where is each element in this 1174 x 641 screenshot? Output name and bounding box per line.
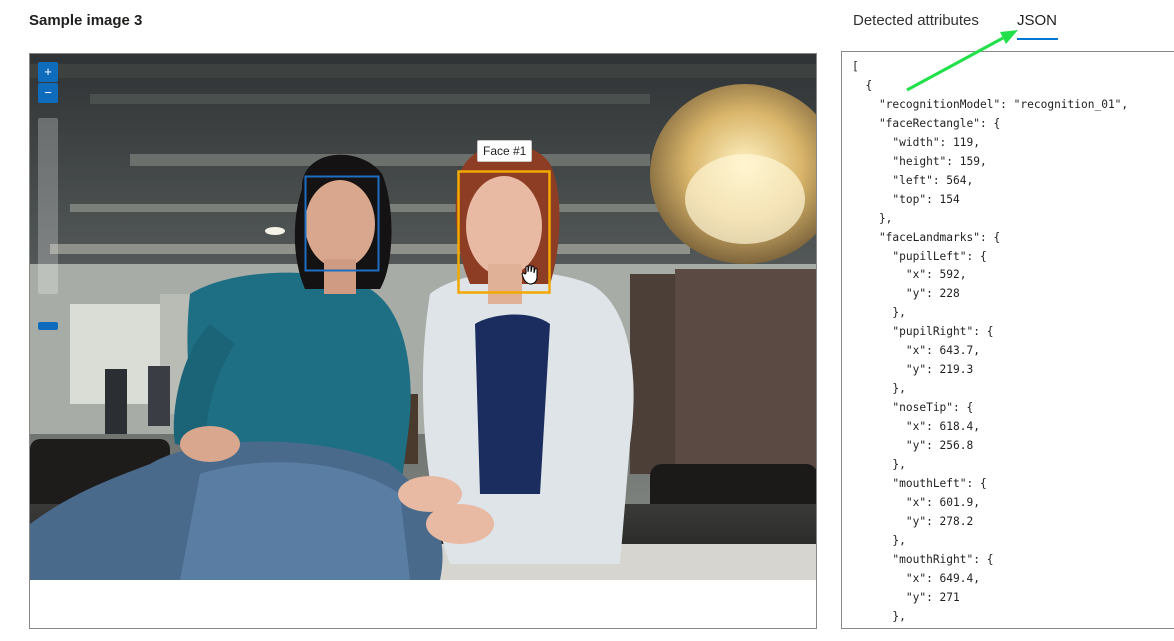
json-line: }, xyxy=(852,458,906,472)
json-line: "y": 278.2 xyxy=(852,514,974,528)
json-line: }, xyxy=(852,609,906,623)
json-line: "left": 564, xyxy=(852,173,974,187)
json-line: "pupilLeft": { xyxy=(852,249,987,263)
json-line: "faceRectangle": { xyxy=(852,116,1001,130)
json-line: "x": 649.4, xyxy=(852,571,980,585)
json-line: [ xyxy=(852,60,859,73)
plus-icon[interactable]: + xyxy=(38,62,58,82)
json-line: }, xyxy=(852,211,893,225)
zoom-control: + − xyxy=(38,62,58,330)
image-viewer[interactable]: + − Face #1 xyxy=(29,53,817,629)
json-line: "recognitionModel": "recognition_01", xyxy=(852,97,1129,111)
json-line: "y": 256.8 xyxy=(852,439,974,453)
sample-photo xyxy=(30,54,816,580)
json-line: "x": 643.7, xyxy=(852,344,980,358)
json-line: { xyxy=(852,78,873,92)
json-line: "noseTip": { xyxy=(852,401,974,415)
json-line: "mouthLeft": { xyxy=(852,476,987,490)
json-panel[interactable]: [ { "recognitionModel": "recognition_01"… xyxy=(841,51,1174,629)
minus-icon[interactable]: − xyxy=(38,83,58,103)
tab-json[interactable]: JSON xyxy=(1017,12,1057,29)
json-line: "x": 592, xyxy=(852,268,967,282)
json-line: "pupilRight": { xyxy=(852,325,994,339)
json-line: "height": 159, xyxy=(852,154,987,168)
zoom-slider-thumb[interactable] xyxy=(38,322,58,330)
zoom-slider-track[interactable] xyxy=(38,118,58,330)
json-line: "y": 228 xyxy=(852,287,960,301)
json-line: }, xyxy=(852,533,906,547)
face-label: Face #1 xyxy=(477,140,533,162)
json-line: "x": 618.4, xyxy=(852,420,980,434)
tab-detected-attributes[interactable]: Detected attributes xyxy=(853,12,979,29)
json-line: "y": 219.3 xyxy=(852,363,974,377)
json-line: "top": 154 xyxy=(852,192,960,206)
selected-tab-indicator xyxy=(1017,38,1058,40)
json-line: "mouthRight": { xyxy=(852,552,994,566)
json-line: "x": 601.9, xyxy=(852,495,980,509)
page-title: Sample image 3 xyxy=(29,12,143,29)
json-line: }, xyxy=(852,306,906,320)
json-line: "width": 119, xyxy=(852,135,980,149)
json-line: "faceLandmarks": { xyxy=(852,230,1001,244)
json-line: }, xyxy=(852,382,906,396)
json-line: "y": 271 xyxy=(852,590,960,604)
json-output: [ { "recognitionModel": "recognition_01"… xyxy=(842,52,1174,627)
